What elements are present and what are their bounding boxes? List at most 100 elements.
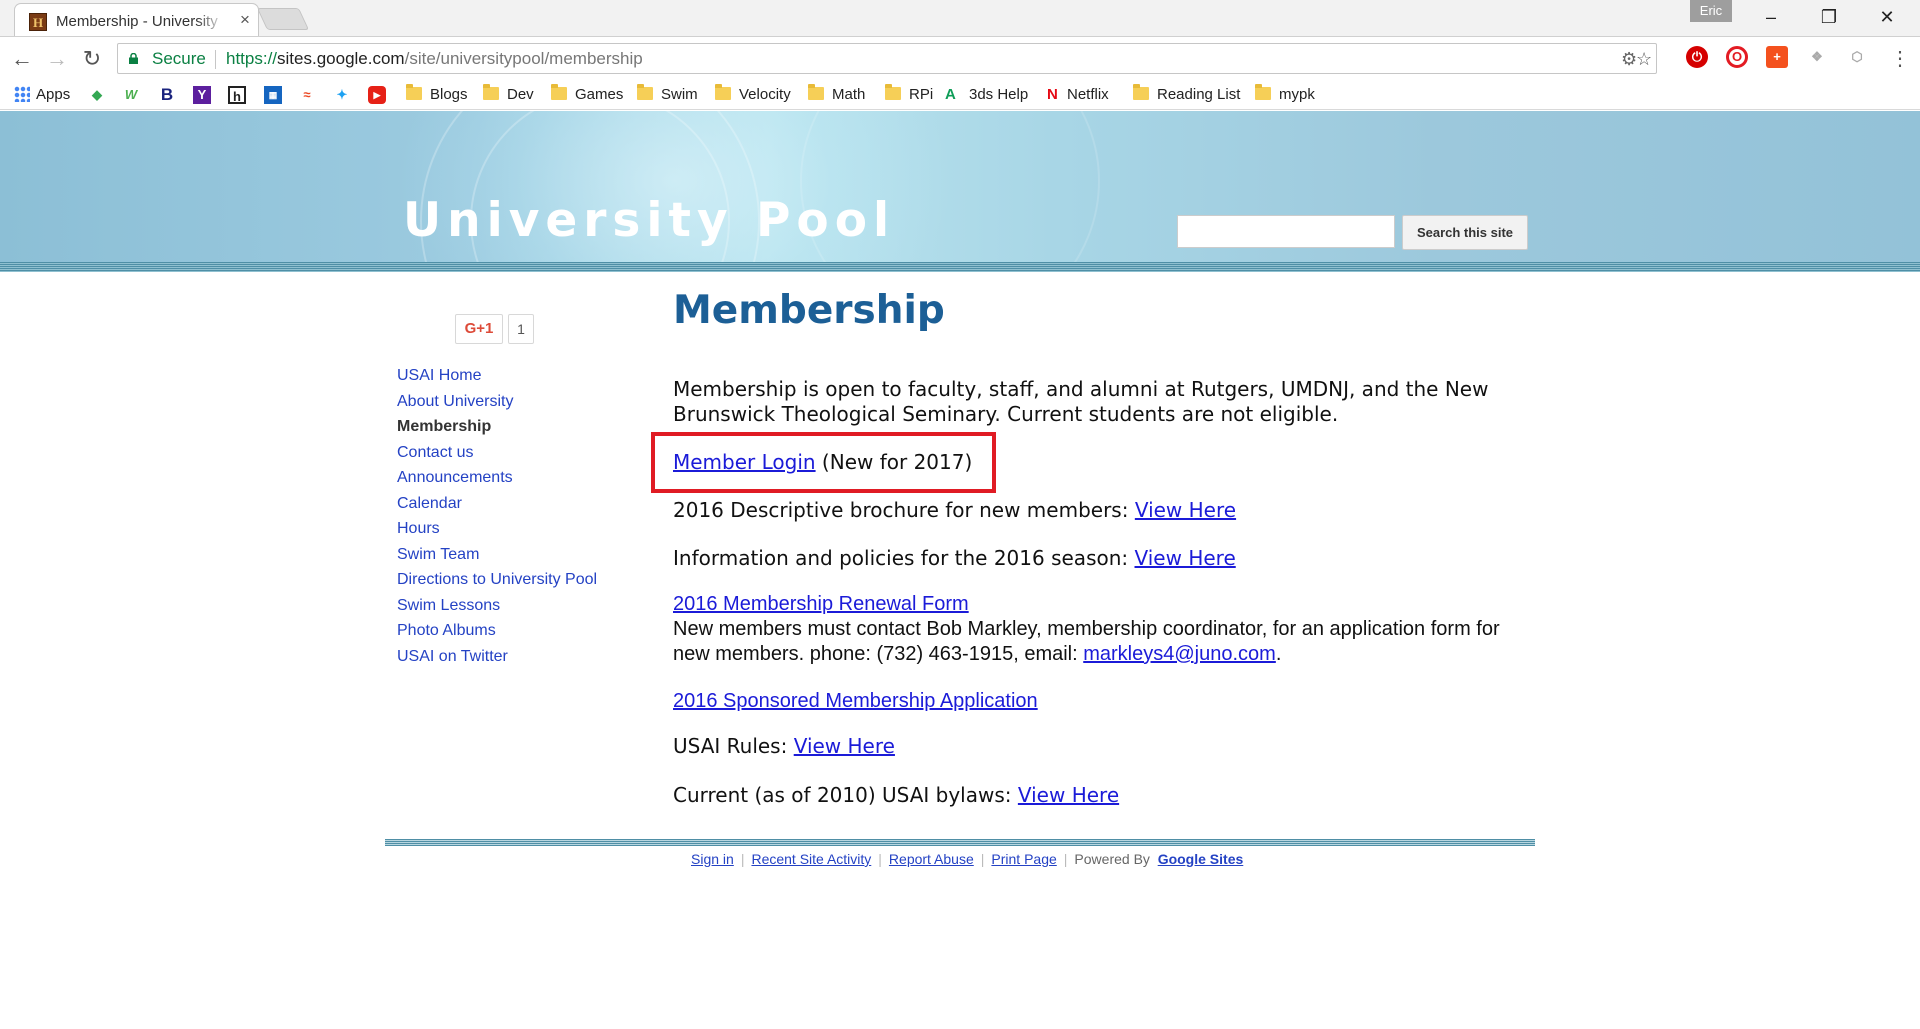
sidebar-item-announcements[interactable]: Announcements (397, 465, 627, 491)
bookmark-games[interactable]: Games (551, 84, 624, 105)
yahoo-glyph: Y (197, 87, 207, 102)
bookmark-label: Swim (661, 86, 698, 103)
bookmark-blogs[interactable]: Blogs (406, 84, 468, 105)
maps-icon[interactable]: ◆ (88, 86, 106, 104)
netflix-icon: N (1047, 86, 1058, 103)
bookmark-swim[interactable]: Swim (637, 84, 698, 105)
brochure-line: 2016 Descriptive brochure for new member… (673, 498, 1236, 523)
google-sites-link[interactable]: Google Sites (1158, 851, 1244, 867)
footer-separator: | (740, 851, 745, 867)
bookmark-label: mypk (1279, 86, 1315, 103)
gplus-button[interactable]: G+1 (455, 314, 503, 344)
bookmark-velocity[interactable]: Velocity (715, 84, 791, 105)
plus-ext-icon[interactable]: + (1766, 46, 1788, 68)
restore-icon[interactable]: ❐ (1806, 4, 1852, 30)
b-icon[interactable]: B (158, 86, 176, 104)
tab-title: Membership - University (56, 13, 226, 30)
new-members-line-2: new members. phone: (732) 463-1915, emai… (673, 642, 1500, 667)
bookmark-math[interactable]: Math (808, 84, 866, 105)
sidebar-item-calendar[interactable]: Calendar (397, 491, 627, 517)
footer-separator: | (980, 851, 985, 867)
new-tab-button[interactable] (256, 8, 310, 30)
minimize-icon[interactable]: – (1748, 4, 1794, 30)
folder-icon (551, 84, 567, 100)
bookmark-label: Math (832, 86, 866, 103)
recent-activity-link[interactable]: Recent Site Activity (751, 851, 871, 867)
close-window-icon[interactable]: ✕ (1864, 4, 1910, 30)
email-link[interactable]: markleys4@juno.com (1083, 643, 1276, 665)
site-title[interactable]: University Pool (403, 193, 895, 248)
sidebar-item-membership: Membership (397, 418, 492, 435)
sidebar-item-usai-home[interactable]: USAI Home (397, 363, 627, 389)
weather-icon[interactable]: ▦ (264, 86, 282, 104)
h-icon[interactable]: h (228, 86, 246, 104)
weather-glyph: ▦ (268, 90, 278, 100)
rules-view-link[interactable]: View Here (794, 734, 895, 758)
sidebar-item-hours[interactable]: Hours (397, 516, 627, 542)
reload-icon[interactable]: ↻ (78, 45, 106, 73)
site-search-input[interactable] (1177, 215, 1395, 248)
bookmark-rpi[interactable]: RPi (885, 84, 933, 105)
youtube-glyph: ▶ (373, 90, 381, 100)
sidebar-item-about-university[interactable]: About University (397, 389, 627, 415)
w-glyph: W (124, 87, 138, 102)
policies-view-link[interactable]: View Here (1135, 546, 1236, 570)
opera-icon[interactable]: O (1726, 46, 1748, 68)
tab-membership[interactable]: H Membership - University × (14, 3, 259, 36)
yahoo-icon[interactable]: Y (193, 86, 211, 104)
bookmark-apps[interactable]: Apps (14, 85, 70, 105)
renewal-block: 2016 Membership Renewal Form New members… (673, 592, 1500, 667)
omnibox-divider (215, 50, 216, 69)
print-page-link[interactable]: Print Page (991, 851, 1056, 867)
folder-icon (406, 84, 422, 100)
bookmark-mypk[interactable]: mypk (1255, 84, 1315, 105)
folder-icon (637, 84, 653, 100)
report-abuse-link[interactable]: Report Abuse (889, 851, 974, 867)
folder-icon (1133, 84, 1149, 100)
sign-in-link[interactable]: Sign in (691, 851, 734, 867)
bookmarks-bar: Apps ◆ W B Y h ▦ ≈ ✦ ▶ Blogs Dev Games S… (0, 80, 1920, 110)
sidebar-item-directions[interactable]: Directions to University Pool (397, 567, 627, 593)
twitter-icon[interactable]: ✦ (333, 86, 351, 104)
bookmark-dev[interactable]: Dev (483, 84, 534, 105)
renewal-form-link[interactable]: 2016 Membership Renewal Form (673, 593, 969, 615)
stumble-icon[interactable]: ≈ (298, 86, 316, 104)
forward-arrow-icon[interactable]: → (43, 45, 71, 73)
youtube-icon[interactable]: ▶ (368, 86, 386, 104)
address-bar[interactable]: Secure https://sites.google.com/site/uni… (117, 43, 1657, 74)
dropbox-icon[interactable]: ❖ (1806, 46, 1828, 68)
sponsored-application-link[interactable]: 2016 Sponsored Membership Application (673, 690, 1038, 712)
sidebar-item-swim-lessons[interactable]: Swim Lessons (397, 593, 627, 619)
secure-label: Secure (152, 49, 206, 68)
footer-divider (385, 839, 1535, 846)
tab-close-icon[interactable]: × (236, 10, 254, 30)
bookmark-3ds-help[interactable]: A 3ds Help (945, 85, 1028, 105)
blocked-cookie-icon[interactable]: ⚙ (1621, 49, 1637, 70)
bylaws-view-link[interactable]: View Here (1018, 783, 1119, 807)
sidebar-item-usai-twitter[interactable]: USAI on Twitter (397, 644, 627, 670)
lock-icon (129, 53, 138, 64)
bookmark-netflix[interactable]: N Netflix (1047, 85, 1109, 105)
b-glyph: B (160, 85, 174, 104)
bookmark-reading-list[interactable]: Reading List (1133, 84, 1240, 105)
bookmark-label: Netflix (1067, 86, 1109, 103)
bookmark-star-icon[interactable]: ☆ (1636, 49, 1652, 70)
sidebar-nav: USAI Home About University Membership Co… (397, 363, 627, 669)
ext-power-icon[interactable]: ⏻ (1686, 46, 1708, 68)
intro-paragraph: Membership is open to faculty, staff, an… (673, 377, 1488, 427)
sidebar-item-swim-team[interactable]: Swim Team (397, 542, 627, 568)
back-arrow-icon[interactable]: ← (8, 45, 36, 73)
profile-button[interactable]: Eric (1690, 0, 1732, 22)
sidebar-item-photo-albums[interactable]: Photo Albums (397, 618, 627, 644)
new-members-text: new members. phone: (732) 463-1915, emai… (673, 643, 1084, 665)
search-site-button[interactable]: Search this site (1402, 215, 1528, 250)
chrome-menu-icon[interactable]: ⋮ (1890, 45, 1910, 73)
cube-ext-icon[interactable]: ⬡ (1846, 46, 1868, 68)
url-text[interactable]: https://sites.google.com/site/university… (226, 49, 643, 69)
brochure-view-link[interactable]: View Here (1135, 498, 1236, 522)
member-login-link[interactable]: Member Login (673, 450, 816, 474)
url-scheme: https:// (226, 49, 278, 68)
bookmark-label: Games (575, 86, 624, 103)
sidebar-item-contact-us[interactable]: Contact us (397, 440, 627, 466)
w-icon[interactable]: W (122, 86, 140, 104)
